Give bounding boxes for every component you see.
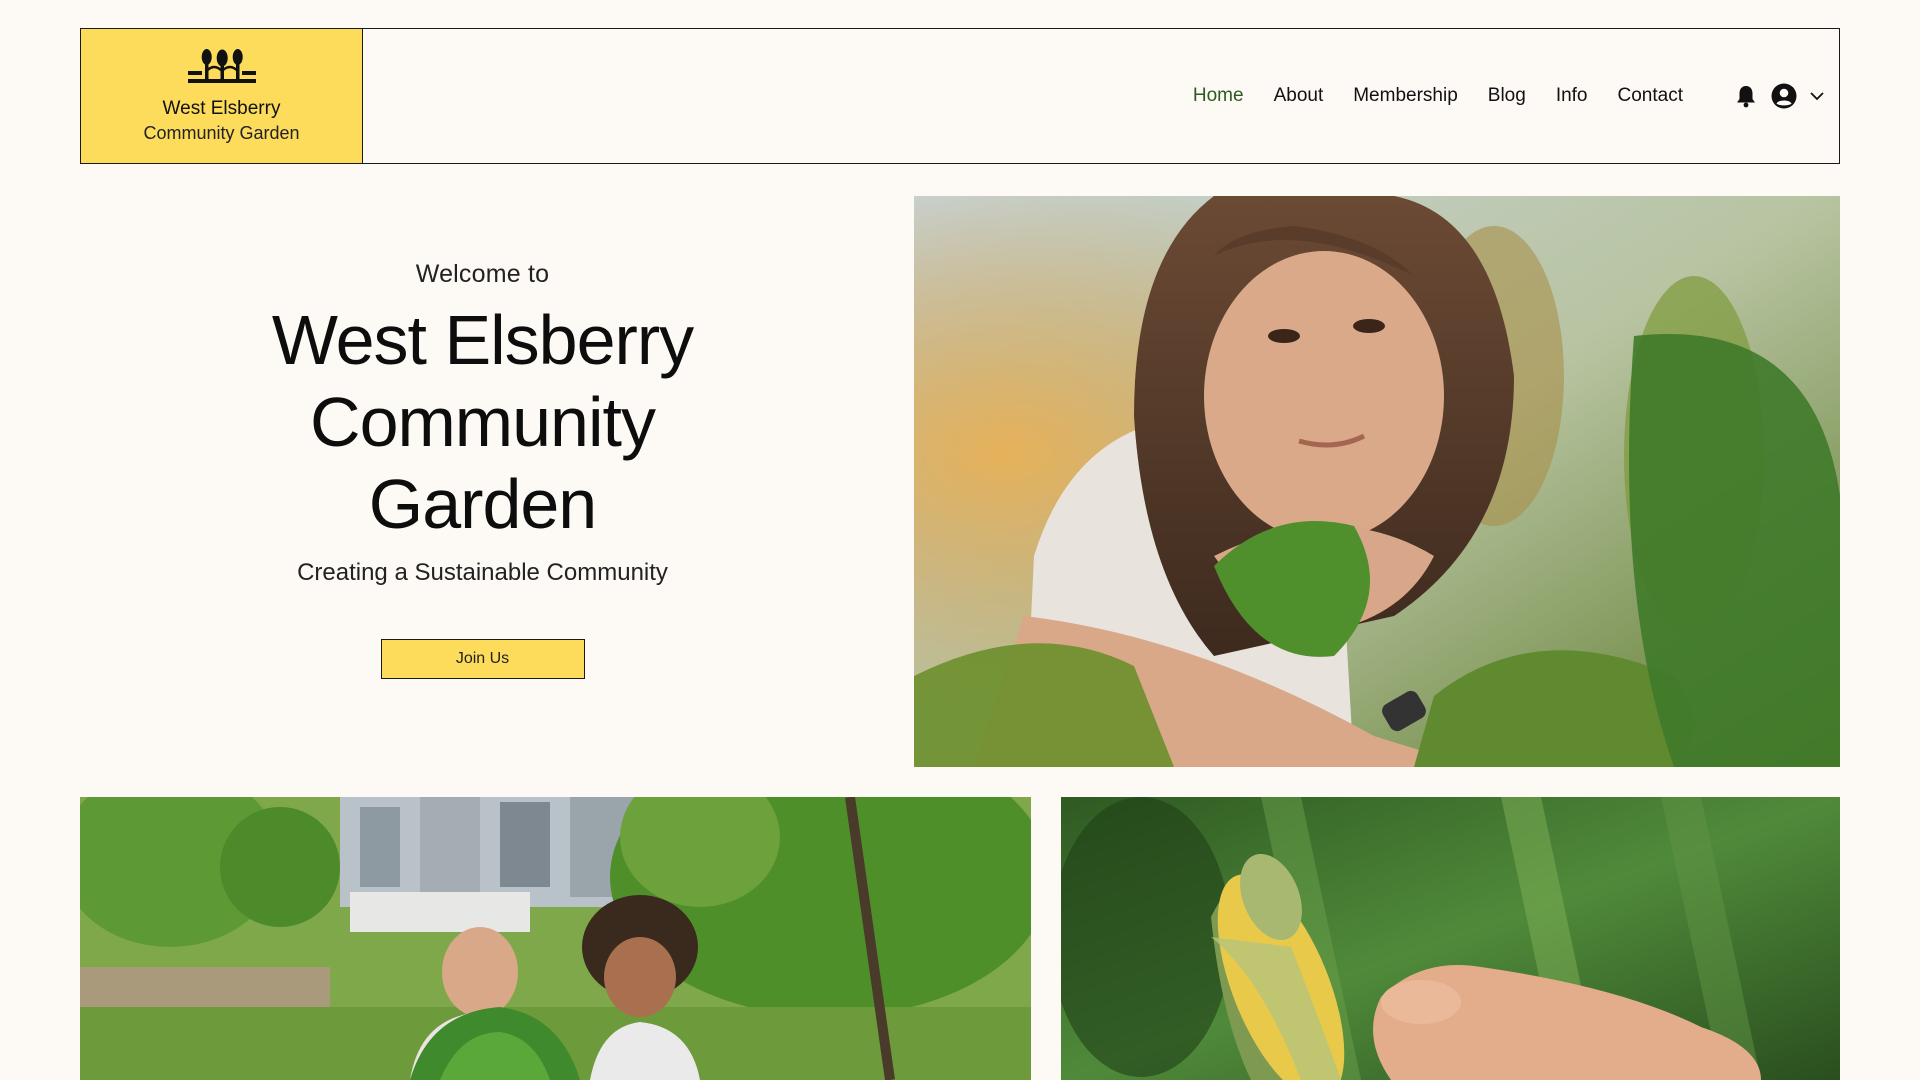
hero-photo-girl-gardening — [914, 196, 1840, 767]
nav-item-home[interactable]: Home — [1193, 85, 1244, 107]
logo-subtitle: Community Garden — [143, 123, 300, 143]
avatar-icon[interactable] — [1771, 83, 1797, 109]
user-menu — [1735, 29, 1825, 163]
site-logo[interactable]: West Elsberry Community Garden — [81, 29, 363, 163]
hero-title: West Elsberry Community Garden — [271, 301, 694, 543]
nav-item-info[interactable]: Info — [1556, 85, 1588, 107]
hero-section: Welcome to West Elsberry Community Garde… — [80, 196, 885, 766]
nav-item-contact[interactable]: Contact — [1618, 85, 1683, 107]
main-nav: Home About Membership Blog Info Contact — [1193, 29, 1683, 163]
nav-item-membership[interactable]: Membership — [1353, 85, 1458, 107]
bell-icon[interactable] — [1735, 84, 1757, 108]
welcome-text: Welcome to — [415, 260, 550, 288]
join-us-button[interactable]: Join Us — [380, 639, 585, 679]
garden-logo-icon — [187, 49, 256, 83]
photo-corn-in-hand — [1061, 797, 1840, 1080]
logo-title: West Elsberry — [162, 98, 281, 119]
hero-subtitle: Creating a Sustainable Community — [297, 559, 668, 586]
nav-item-blog[interactable]: Blog — [1488, 85, 1526, 107]
chevron-down-icon[interactable] — [1809, 88, 1825, 104]
site-header: West Elsberry Community Garden Home Abou… — [80, 28, 1840, 164]
photo-gardeners-with-cabbage — [80, 797, 1031, 1080]
nav-item-about[interactable]: About — [1274, 85, 1324, 107]
